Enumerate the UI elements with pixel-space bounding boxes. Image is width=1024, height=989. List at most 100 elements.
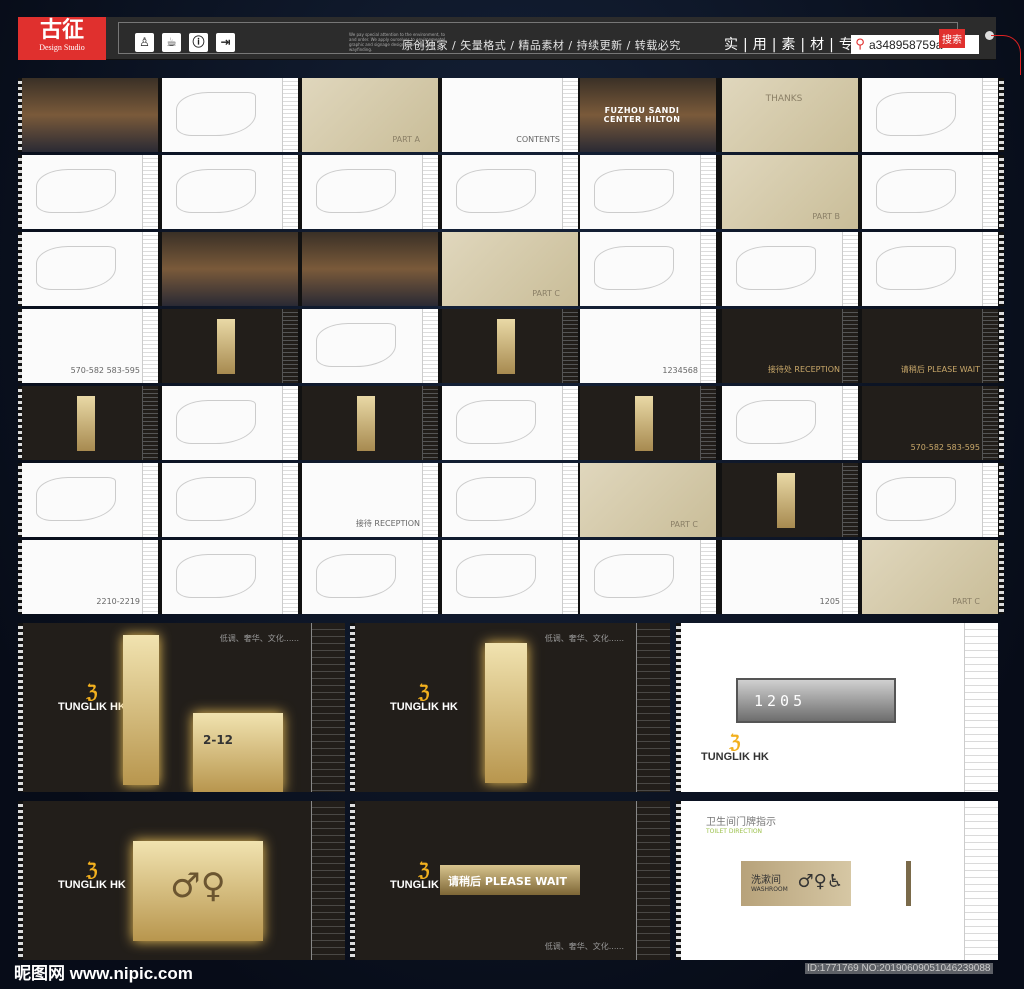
film-sprocket [999,309,1004,383]
film-sprocket [999,540,1004,614]
panel-restroom-sign[interactable]: ℨ TUNGLIK HK ♂♀ [18,801,345,960]
directional-totem [485,643,527,783]
page-thumbnail[interactable]: 1205 [722,540,858,614]
page-thumbnail[interactable] [162,155,298,229]
page-thumbnail[interactable]: CONTENTS [442,78,578,152]
page-thumbnail[interactable]: PART B [722,155,858,229]
page-thumbnail[interactable]: 1234568 [580,309,716,383]
sign-render [357,396,375,451]
restroom-icon: ♂♀♿ [797,871,843,892]
page-thumbnail[interactable] [22,463,158,537]
page-thumbnail[interactable] [442,309,578,383]
logo-mark: 古征 [39,17,84,43]
thumbnail-label: PART B [812,212,840,221]
page-thumbnail[interactable]: 570-582 583-595 [22,309,158,383]
page-thumbnail[interactable] [580,155,716,229]
film-row: 570-582 583-595 [18,386,1004,460]
page-thumbnail[interactable] [862,463,998,537]
motto: 低调、奢华、文化...... [544,634,624,643]
thumbnail-label: PART C [670,520,698,529]
page-thumbnail[interactable] [22,78,158,152]
page-thumbnail[interactable] [862,232,998,306]
page-thumbnail[interactable]: FUZHOU SANDI CENTER HILTON [580,78,716,152]
floor-plan [594,554,674,598]
page-thumbnail[interactable] [302,155,438,229]
page-thumbnail[interactable] [442,386,578,460]
panel-room-number[interactable]: 1205 ℨ TUNGLIK HK [676,623,998,792]
motto: 低调、奢华、文化...... [544,942,624,951]
page-thumbnail[interactable] [442,463,578,537]
page-thumbnail[interactable] [722,386,858,460]
page-thumbnail[interactable] [862,78,998,152]
page-thumbnail[interactable] [22,386,158,460]
page-thumbnail[interactable]: 接待 RECEPTION [302,463,438,537]
page-thumbnail[interactable] [302,232,438,306]
page-thumbnail[interactable]: 接待处 RECEPTION [722,309,858,383]
page-thumbnail[interactable]: PART C [862,540,998,614]
thumbnail-label: THANKS [765,94,803,104]
person-icon[interactable]: ♙ [135,33,154,52]
thumbnail-label: 570-582 583-595 [910,443,980,452]
page-thumbnail[interactable] [580,386,716,460]
brand-logo: ℨ TUNGLIK HK [701,732,769,763]
page-thumbnail[interactable]: 请稍后 PLEASE WAIT [862,309,998,383]
page-thumbnail[interactable] [22,155,158,229]
title-block [562,78,578,152]
page-thumbnail[interactable] [862,155,998,229]
thumbnail-label: 请稍后 PLEASE WAIT [900,365,980,374]
panel-directory-sign[interactable]: 低调、奢华、文化...... ℨ TUNGLIK HK 2-12 [18,623,345,792]
film-row: PART A CONTENTS FUZHOU SANDI CENTER HILTON… [18,78,1004,152]
page-thumbnail[interactable] [22,232,158,306]
floor-plan [176,554,256,598]
search-button[interactable]: 搜索 [939,29,965,48]
page-thumbnail[interactable] [302,386,438,460]
sign-render [497,319,515,374]
panel-directional-sign[interactable]: 低调、奢华、文化...... ℨ TUNGLIK HK [350,623,670,792]
cup-icon[interactable]: ☕ [162,33,181,52]
film-row: 570-582 583-595 1234568 接待处 RECEPTION 请稍后 P… [18,309,1004,383]
page-thumbnail[interactable] [162,232,298,306]
page-thumbnail[interactable]: 570-582 583-595 [862,386,998,460]
panel-toilet-direction[interactable]: 卫生间门牌指示 TOILET DIRECTION 洗漱间 WASHROOM ♂♀♿ [676,801,998,960]
floor-plan [36,169,116,213]
exit-icon[interactable]: ⇥ [216,33,235,52]
page-thumbnail[interactable] [162,78,298,152]
film-row: 接待 RECEPTION PART C [18,463,1004,537]
title-block [422,540,438,614]
studio-logo: 古征 Design Studio [18,17,106,60]
page-thumbnail[interactable] [580,232,716,306]
page-thumbnail[interactable] [302,309,438,383]
page-thumbnail[interactable]: PART C [580,463,716,537]
page-thumbnail[interactable]: PART A [302,78,438,152]
page-thumbnail[interactable] [722,232,858,306]
page-thumbnail[interactable] [442,155,578,229]
page-thumbnail[interactable]: 2210-2219 [22,540,158,614]
title-block [982,232,998,306]
page-thumbnail[interactable] [162,309,298,383]
title-block [700,540,716,614]
title-block [842,232,858,306]
floor-plan [456,400,536,444]
page-thumbnail[interactable] [302,540,438,614]
title-block [282,386,298,460]
floor-plan [456,169,536,213]
page-thumbnail[interactable] [162,386,298,460]
title-block [422,309,438,383]
page-thumbnail[interactable] [722,463,858,537]
page-thumbnail[interactable] [162,463,298,537]
search-input[interactable] [869,35,949,54]
thumbnail-label: 570-582 583-595 [70,366,140,375]
floor-plan [176,92,256,136]
page-thumbnail[interactable]: THANKS [722,78,858,152]
page-thumbnail[interactable] [580,540,716,614]
thumbnail-label: FUZHOU SANDI CENTER HILTON [603,106,681,124]
title-block [700,155,716,229]
panel-please-wait[interactable]: ℨ TUNGLIK HK 请稍后 PLEASE WAIT 低调、奢华、文化....… [350,801,670,960]
page-thumbnail[interactable] [442,540,578,614]
thumbnail-label: CONTENTS [516,135,560,144]
page-thumbnail[interactable]: PART C [442,232,578,306]
page-thumbnail[interactable] [162,540,298,614]
title-block [282,309,298,383]
title-block [700,386,716,460]
info-icon[interactable]: ⓘ [189,33,208,52]
